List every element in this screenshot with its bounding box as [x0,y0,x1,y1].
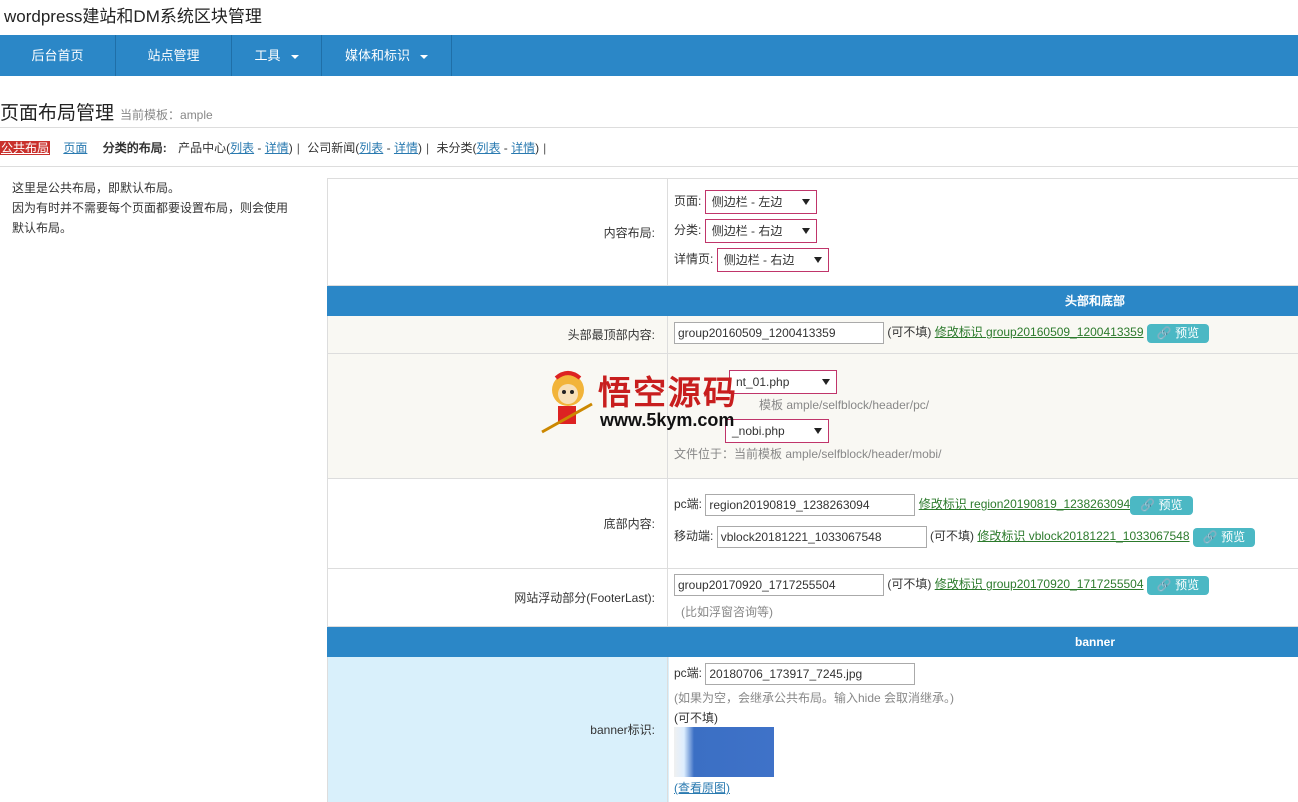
edit-block-link[interactable]: 修改标识 group20170920_1717255504 [935,577,1144,591]
link-detail[interactable]: 详情 [511,141,535,155]
content-layout-label: 内容布局: [328,179,668,285]
pc-header-path: 模板 ample/selfblock/header/pc/ [759,398,930,412]
category-group-news: 公司新闻(列表 - 详情) [307,141,422,155]
edit-block-link[interactable]: 修改标识 region20190819_1238263094 [919,497,1131,511]
tab-page-layout[interactable]: 页面 [63,141,87,155]
link-list[interactable]: 列表 [476,141,500,155]
chevron-down-icon [420,54,428,59]
monkey-logo-icon [541,371,593,434]
watermark-url: www.5kym.com [600,410,735,430]
nav-item-tools[interactable]: 工具 [232,35,322,76]
chevron-down-icon [813,257,822,263]
banner-row: banner标识: pc端: 20180706_173917_7245.jpg … [327,657,1298,802]
chevron-down-icon [814,428,822,434]
top-navbar: 后台首页 站点管理 工具 媒体和标识 [0,35,1298,76]
preview-button[interactable]: 🔗 预览 [1130,495,1193,515]
edit-block-link[interactable]: 修改标识 vblock20181221_1033067548 [977,529,1189,543]
layout-note: 这里是公共布局，即默认布局。 因为有时并不需要每个页面都要设置布局，则会使用 默… [12,181,289,235]
chevron-down-icon [801,228,810,234]
watermark-logo: 悟空源码 www.5kym.com [538,362,768,438]
category-layout-select[interactable]: 侧边栏 - 右边 [704,219,817,243]
chevron-down-icon [290,54,299,59]
banner-thumbnail[interactable] [674,727,774,777]
banner-label: banner标识: [328,657,668,802]
nav-item-home[interactable]: 后台首页 [0,35,116,76]
float-hint: (比如浮窗咨询等) [681,605,773,619]
header-top-input[interactable]: group20160509_1200413359 [674,322,884,344]
category-group-product: 产品中心(列表 - 详情) [178,141,293,155]
float-input[interactable]: group20170920_1717255504 [674,574,884,596]
page-layout-select[interactable]: 侧边栏 - 左边 [704,190,817,214]
content-layout-row: 内容布局: 页面: 侧边栏 - 左边 分类: 侧边栏 - 右边 详情页: 侧边栏… [327,178,1298,286]
section-header-footer: 头部和底部 [327,286,1298,316]
preview-button[interactable]: 🔗 预览 [1146,575,1210,595]
footer-row: 底部内容: pc端: region20190819_1238263094 修改标… [327,479,1298,569]
float-row: 网站浮动部分(FooterLast): group20170920_171725… [327,569,1298,627]
footer-pc-input[interactable]: region20190819_1238263094 [705,494,916,516]
tab-public-layout[interactable]: 公共布局 [0,141,51,155]
chevron-down-icon [822,379,830,385]
preview-button[interactable]: 🔗 预览 [1146,323,1210,343]
mobile-header-path: 文件位于：当前模板 ample/selfblock/header/mobi/ [674,447,942,461]
divider [0,127,1298,128]
app-title: wordpress建站和DM系统区块管理 [4,7,262,26]
template-subtitle: 当前模板：ample [120,108,213,122]
category-group-uncategorized: 未分类(列表 - 详情) [436,141,540,155]
nav-item-media[interactable]: 媒体和标识 [322,35,452,76]
header-top-label: 头部最顶部内容: [328,316,668,353]
float-label: 网站浮动部分(FooterLast): [328,569,668,626]
header-template-row: nt_01.php 模板 ample/selfblock/header/pc/ … [327,354,1298,479]
header-top-row: 头部最顶部内容: group20160509_1200413359 (可不填) … [327,316,1298,354]
layout-tabs: 公共布局 页面 分类的布局: 产品中心(列表 - 详情) | 公司新闻(列表 - … [0,141,547,155]
link-list[interactable]: 列表 [230,141,254,155]
edit-block-link[interactable]: 修改标识 group20160509_1200413359 [935,325,1144,339]
banner-optional: (可不填) [674,711,718,725]
link-list[interactable]: 列表 [359,141,383,155]
chevron-down-icon [801,199,810,205]
watermark-text: 悟空源码 [598,373,738,412]
divider [0,166,1298,167]
footer-label: 底部内容: [328,479,668,568]
nav-item-site-manage[interactable]: 站点管理 [116,35,232,76]
link-detail[interactable]: 详情 [394,141,418,155]
detail-layout-select[interactable]: 侧边栏 - 右边 [716,248,829,272]
section-banner: banner [327,627,1298,657]
banner-hint: (如果为空，会继承公共布局。输入hide 会取消继承。) [674,691,955,705]
footer-mobile-input[interactable]: vblock20181221_1033067548 [716,526,927,548]
view-original-link[interactable]: (查看原图) [674,781,730,795]
preview-button[interactable]: 🔗 预览 [1192,527,1256,547]
link-detail[interactable]: 详情 [265,141,289,155]
banner-pc-input[interactable]: 20180706_173917_7245.jpg [705,663,916,685]
page-title: 页面布局管理 当前模板：ample [0,103,213,124]
category-layout-label: 分类的布局: [102,141,167,155]
